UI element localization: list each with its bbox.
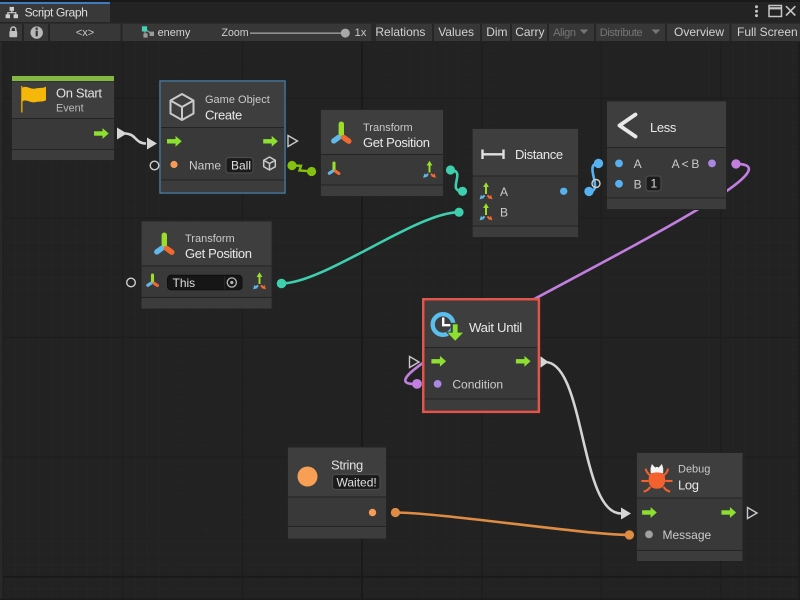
svg-text:Zoom: Zoom bbox=[222, 27, 249, 39]
svg-text:Get Position: Get Position bbox=[363, 135, 430, 150]
svg-text:A: A bbox=[634, 157, 642, 171]
svg-text:B: B bbox=[634, 177, 642, 191]
svg-text:Align: Align bbox=[553, 27, 576, 39]
svg-text:A: A bbox=[500, 185, 508, 199]
svg-text:Distance: Distance bbox=[515, 147, 563, 162]
svg-text:Name: Name bbox=[189, 159, 221, 173]
svg-text:Get Position: Get Position bbox=[185, 246, 252, 261]
svg-text:Message: Message bbox=[663, 528, 712, 542]
svg-text:Waited!: Waited! bbox=[337, 476, 377, 490]
svg-text:Carry: Carry bbox=[515, 25, 544, 39]
svg-text:Ball: Ball bbox=[231, 159, 251, 173]
svg-text:Relations: Relations bbox=[375, 25, 425, 39]
svg-text:Debug: Debug bbox=[678, 464, 710, 476]
svg-text:1x: 1x bbox=[355, 27, 367, 39]
svg-text:Condition: Condition bbox=[452, 377, 503, 391]
svg-text:String: String bbox=[331, 458, 363, 473]
svg-text:Transform: Transform bbox=[363, 122, 413, 134]
svg-text:B: B bbox=[500, 206, 508, 220]
svg-text:Dim: Dim bbox=[486, 25, 507, 39]
svg-text:Wait Until: Wait Until bbox=[469, 320, 522, 335]
svg-text:Distribute: Distribute bbox=[600, 27, 643, 39]
svg-text:Event: Event bbox=[56, 103, 84, 115]
svg-text:A < B: A < B bbox=[672, 157, 700, 171]
svg-text:Game Object: Game Object bbox=[205, 94, 270, 106]
svg-text:Create: Create bbox=[205, 108, 242, 123]
svg-text:enemy: enemy bbox=[158, 27, 191, 39]
svg-text:On Start: On Start bbox=[56, 86, 102, 101]
svg-text:Overview: Overview bbox=[674, 25, 724, 39]
svg-text:Script Graph: Script Graph bbox=[25, 6, 88, 20]
svg-text:Full Screen: Full Screen bbox=[737, 25, 798, 39]
svg-text:This: This bbox=[173, 276, 196, 290]
svg-text:Values: Values bbox=[438, 25, 474, 39]
svg-text:Transform: Transform bbox=[185, 233, 235, 245]
svg-text:Log: Log bbox=[678, 478, 699, 493]
svg-text:1: 1 bbox=[651, 177, 658, 191]
svg-text:<x>: <x> bbox=[76, 27, 94, 39]
svg-text:Less: Less bbox=[650, 120, 677, 135]
